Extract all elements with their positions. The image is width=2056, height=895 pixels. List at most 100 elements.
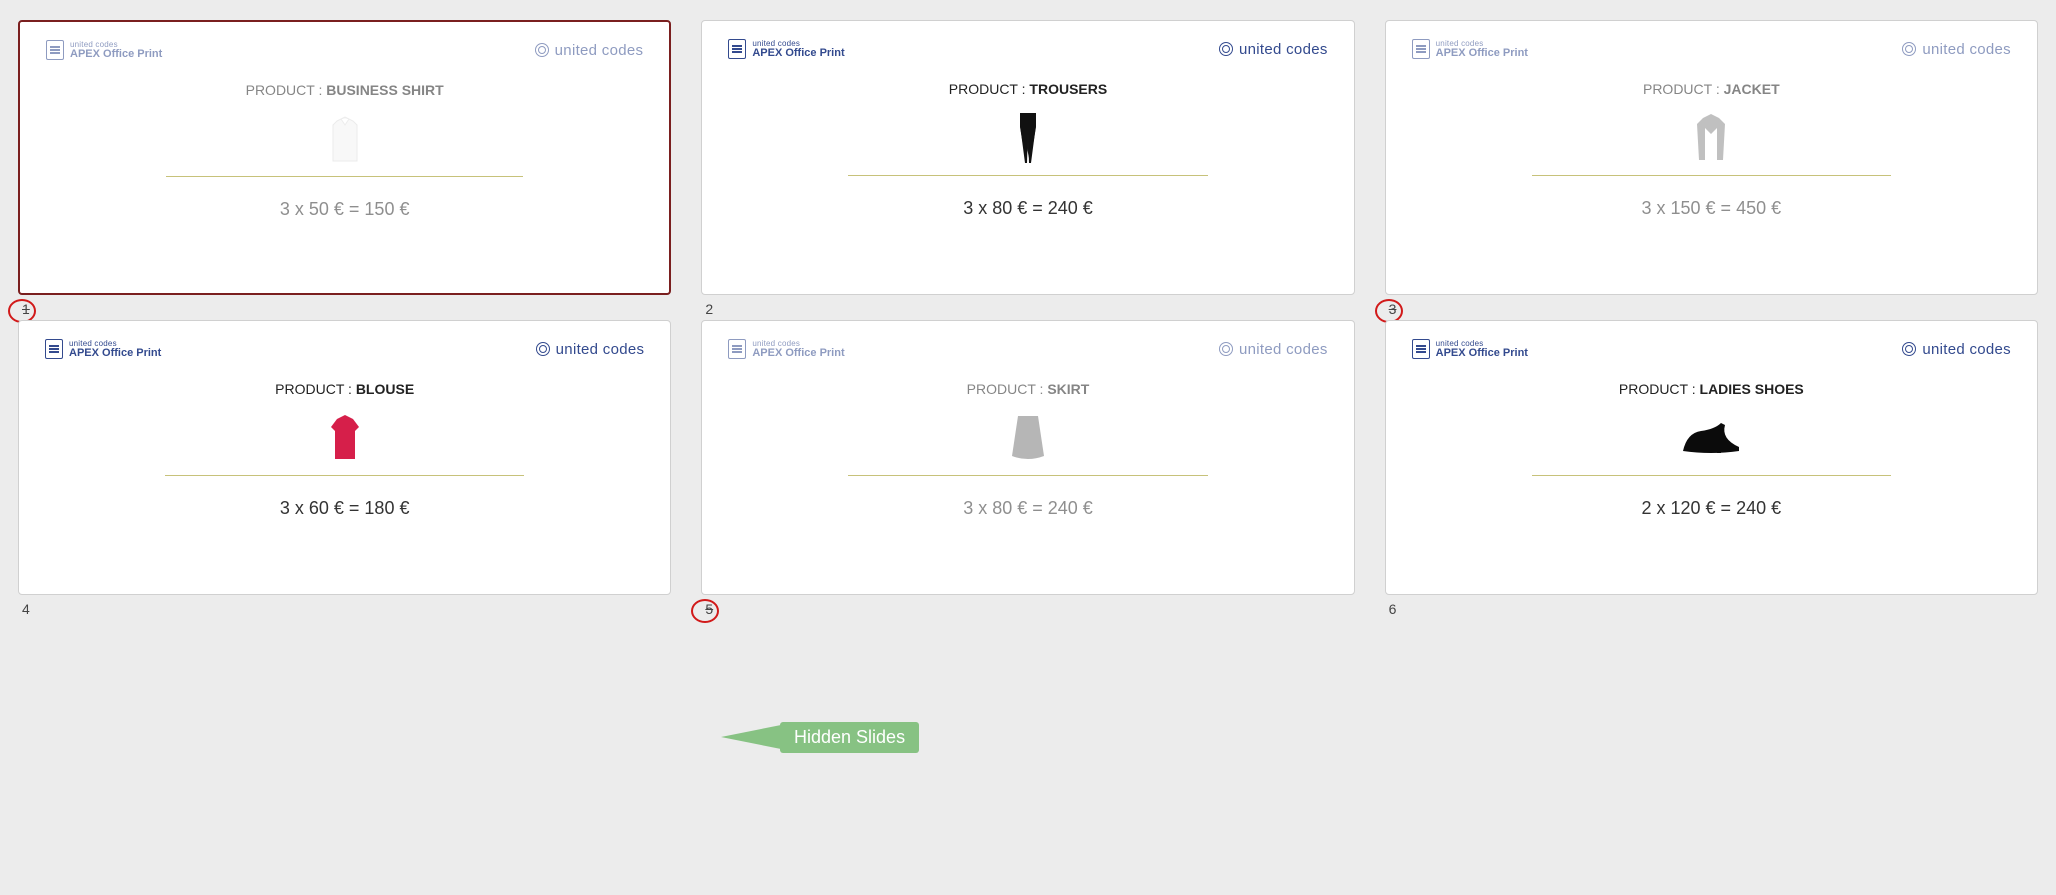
slide-number: 4 bbox=[22, 601, 30, 617]
brand-right: united codes bbox=[535, 42, 644, 59]
trousers-icon bbox=[728, 113, 1327, 163]
slide-thumbnail[interactable]: united codesAPEX Office Printunited code… bbox=[18, 320, 671, 595]
divider bbox=[1532, 475, 1891, 476]
slide-header: united codesAPEX Office Printunited code… bbox=[46, 36, 643, 64]
slide-body: PRODUCT : LADIES SHOES 2 x 120 € = 240 € bbox=[1412, 363, 2011, 519]
price-calculation: 3 x 80 € = 240 € bbox=[728, 498, 1327, 519]
hidden-slides-annotation: Hidden Slides bbox=[721, 579, 919, 895]
brand-line2: APEX Office Print bbox=[1436, 48, 1528, 59]
product-title: PRODUCT : SKIRT bbox=[728, 381, 1327, 397]
product-title: PRODUCT : LADIES SHOES bbox=[1412, 381, 2011, 397]
slide-number: 6 bbox=[1389, 601, 1397, 617]
product-prefix: PRODUCT : bbox=[1619, 381, 1700, 397]
brand-text: united codesAPEX Office Print bbox=[1436, 40, 1528, 59]
divider bbox=[166, 176, 523, 177]
ring-icon bbox=[1902, 342, 1916, 356]
slide[interactable]: united codesAPEX Office Printunited code… bbox=[18, 320, 671, 595]
product-title: PRODUCT : TROUSERS bbox=[728, 81, 1327, 97]
document-icon bbox=[1412, 339, 1430, 359]
product-title: PRODUCT : BLOUSE bbox=[45, 381, 644, 397]
brand-right-text: united codes bbox=[1239, 341, 1328, 358]
slide-header: united codesAPEX Office Printunited code… bbox=[1412, 35, 2011, 63]
brand-text: united codesAPEX Office Print bbox=[69, 340, 161, 359]
ring-icon bbox=[1902, 42, 1916, 56]
price-calculation: 3 x 80 € = 240 € bbox=[728, 198, 1327, 219]
brand-line2: APEX Office Print bbox=[69, 348, 161, 359]
product-name: JACKET bbox=[1724, 81, 1780, 97]
brand-right-text: united codes bbox=[1239, 41, 1328, 58]
slide-thumbnail[interactable]: united codesAPEX Office Printunited code… bbox=[701, 20, 1354, 295]
slide-body: PRODUCT : TROUSERS 3 x 80 € = 240 € bbox=[728, 63, 1327, 219]
slide[interactable]: united codesAPEX Office Printunited code… bbox=[1385, 20, 2038, 295]
brand-left: united codesAPEX Office Print bbox=[728, 39, 844, 59]
slide-body: PRODUCT : BLOUSE 3 x 60 € = 180 € bbox=[45, 363, 644, 519]
slide-body: PRODUCT : SKIRT 3 x 80 € = 240 € bbox=[728, 363, 1327, 519]
brand-line2: APEX Office Print bbox=[70, 49, 162, 60]
ring-icon bbox=[536, 342, 550, 356]
brand-left: united codesAPEX Office Print bbox=[46, 40, 162, 60]
slide[interactable]: united codesAPEX Office Printunited code… bbox=[1385, 320, 2038, 595]
slide-number: 2 bbox=[705, 301, 713, 317]
slide-thumbnail[interactable]: united codesAPEX Office Printunited code… bbox=[18, 20, 671, 295]
brand-right-text: united codes bbox=[1922, 341, 2011, 358]
divider bbox=[848, 175, 1207, 176]
blouse-icon bbox=[45, 413, 644, 463]
skirt-icon bbox=[728, 413, 1327, 463]
product-name: TROUSERS bbox=[1029, 81, 1107, 97]
brand-left: united codesAPEX Office Print bbox=[728, 339, 844, 359]
brand-text: united codesAPEX Office Print bbox=[70, 41, 162, 60]
document-icon bbox=[45, 339, 63, 359]
slide[interactable]: united codesAPEX Office Printunited code… bbox=[18, 20, 671, 295]
brand-line2: APEX Office Print bbox=[752, 48, 844, 59]
product-prefix: PRODUCT : bbox=[949, 81, 1030, 97]
slide[interactable]: united codesAPEX Office Printunited code… bbox=[701, 320, 1354, 595]
ring-icon bbox=[1219, 342, 1233, 356]
slide-body: PRODUCT : JACKET3 x 150 € = 450 € bbox=[1412, 63, 2011, 219]
slide-number: 5 bbox=[705, 601, 713, 617]
price-calculation: 3 x 50 € = 150 € bbox=[46, 199, 643, 220]
document-icon bbox=[728, 39, 746, 59]
product-name: BLOUSE bbox=[356, 381, 414, 397]
product-prefix: PRODUCT : bbox=[246, 82, 327, 98]
slide-sorter-grid: united codesAPEX Office Printunited code… bbox=[18, 20, 2038, 595]
brand-right: united codes bbox=[1219, 41, 1328, 58]
brand-right: united codes bbox=[1219, 341, 1328, 358]
product-name: LADIES SHOES bbox=[1700, 381, 1804, 397]
divider bbox=[848, 475, 1207, 476]
price-calculation: 3 x 60 € = 180 € bbox=[45, 498, 644, 519]
slide-number: 1 bbox=[22, 301, 30, 317]
slide-thumbnail[interactable]: united codesAPEX Office Printunited code… bbox=[1385, 20, 2038, 295]
slide-number: 3 bbox=[1389, 301, 1397, 317]
ring-icon bbox=[535, 43, 549, 57]
slide-body: PRODUCT : BUSINESS SHIRT 3 x 50 € = 150 € bbox=[46, 64, 643, 220]
jacket-icon bbox=[1412, 113, 2011, 163]
brand-text: united codesAPEX Office Print bbox=[752, 340, 844, 359]
divider bbox=[1532, 175, 1891, 176]
document-icon bbox=[728, 339, 746, 359]
brand-left: united codesAPEX Office Print bbox=[1412, 39, 1528, 59]
brand-right: united codes bbox=[536, 341, 645, 358]
product-title: PRODUCT : BUSINESS SHIRT bbox=[46, 82, 643, 98]
brand-right-text: united codes bbox=[556, 341, 645, 358]
slide-thumbnail[interactable]: united codesAPEX Office Printunited code… bbox=[1385, 320, 2038, 595]
product-prefix: PRODUCT : bbox=[1643, 81, 1724, 97]
slide[interactable]: united codesAPEX Office Printunited code… bbox=[701, 20, 1354, 295]
brand-text: united codesAPEX Office Print bbox=[752, 40, 844, 59]
brand-right: united codes bbox=[1902, 41, 2011, 58]
product-prefix: PRODUCT : bbox=[967, 381, 1048, 397]
brand-line2: APEX Office Print bbox=[1436, 348, 1528, 359]
document-icon bbox=[1412, 39, 1430, 59]
product-name: BUSINESS SHIRT bbox=[326, 82, 443, 98]
brand-right-text: united codes bbox=[555, 42, 644, 59]
brand-left: united codesAPEX Office Print bbox=[45, 339, 161, 359]
document-icon bbox=[46, 40, 64, 60]
slide-header: united codesAPEX Office Printunited code… bbox=[45, 335, 644, 363]
divider bbox=[165, 475, 524, 476]
annotation-label: Hidden Slides bbox=[780, 722, 919, 753]
shoe-icon bbox=[1412, 413, 2011, 463]
annotation-arrow-icon bbox=[721, 725, 781, 749]
slide-thumbnail[interactable]: united codesAPEX Office Printunited code… bbox=[701, 320, 1354, 595]
brand-line2: APEX Office Print bbox=[752, 348, 844, 359]
shirt-icon bbox=[46, 114, 643, 164]
price-calculation: 2 x 120 € = 240 € bbox=[1412, 498, 2011, 519]
